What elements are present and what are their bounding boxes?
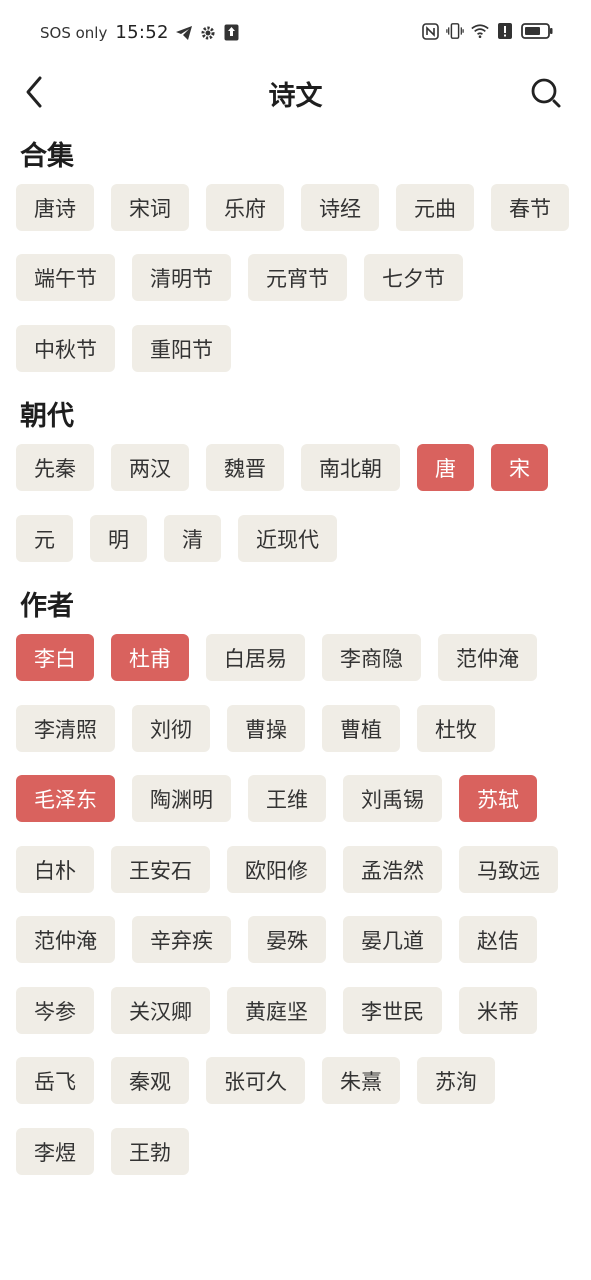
tag-dynasty[interactable]: 先秦 — [16, 444, 94, 491]
dynasty-row-1: 先秦 两汉 魏晋 南北朝 唐 宋 — [16, 444, 548, 491]
tag-author[interactable]: 赵佶 — [459, 916, 537, 963]
tag-dynasty[interactable]: 清 — [164, 515, 221, 562]
collections-row-3: 中秋节 重阳节 — [16, 325, 231, 372]
tag-author[interactable]: 白居易 — [206, 634, 305, 681]
tag-dynasty[interactable]: 两汉 — [111, 444, 189, 491]
tag-author[interactable]: 岑参 — [16, 987, 94, 1034]
tag-author[interactable]: 米芾 — [459, 987, 537, 1034]
nfc-icon — [421, 22, 439, 40]
sos-label: SOS only — [40, 23, 108, 42]
tag-author[interactable]: 苏洵 — [417, 1057, 495, 1104]
status-left: SOS only 15:52 — [40, 22, 241, 43]
tag-author[interactable]: 欧阳修 — [227, 846, 326, 893]
tag-author[interactable]: 孟浩然 — [343, 846, 442, 893]
tag-author[interactable]: 李商隐 — [322, 634, 421, 681]
tag-author[interactable]: 杜牧 — [417, 705, 495, 752]
tag-collection[interactable]: 端午节 — [16, 254, 115, 301]
tag-dynasty[interactable]: 魏晋 — [206, 444, 284, 491]
author-row-6: 岑参 关汉卿 黄庭坚 李世民 米芾 — [16, 987, 537, 1034]
tag-collection[interactable]: 春节 — [491, 184, 569, 231]
tag-author[interactable]: 曹操 — [227, 705, 305, 752]
tag-collection[interactable]: 唐诗 — [16, 184, 94, 231]
tag-author[interactable]: 王维 — [248, 775, 326, 822]
tag-author[interactable]: 刘禹锡 — [343, 775, 442, 822]
tag-author-selected[interactable]: 李白 — [16, 634, 94, 681]
tag-collection[interactable]: 中秋节 — [16, 325, 115, 372]
author-row-1: 李白 杜甫 白居易 李商隐 范仲淹 — [16, 634, 537, 681]
section-title-collections: 合集 — [20, 141, 74, 172]
tag-collection[interactable]: 清明节 — [132, 254, 231, 301]
tag-collection[interactable]: 元曲 — [396, 184, 474, 231]
author-row-7: 岳飞 秦观 张可久 朱熹 苏洵 — [16, 1057, 495, 1104]
author-row-4: 白朴 王安石 欧阳修 孟浩然 马致远 — [16, 846, 558, 893]
wifi-icon — [471, 22, 489, 40]
top-nav-bar: 诗文 — [0, 66, 591, 122]
battery-icon — [521, 22, 553, 40]
tag-author[interactable]: 李煜 — [16, 1128, 94, 1175]
gear-icon — [199, 24, 217, 42]
tag-author[interactable]: 张可久 — [206, 1057, 305, 1104]
tag-author[interactable]: 秦观 — [111, 1057, 189, 1104]
tag-author[interactable]: 晏殊 — [248, 916, 326, 963]
tag-author-selected[interactable]: 杜甫 — [111, 634, 189, 681]
author-row-5: 范仲淹 辛弃疾 晏殊 晏几道 赵佶 — [16, 916, 537, 963]
author-row-8: 李煜 王勃 — [16, 1128, 189, 1175]
clock: 15:52 — [115, 22, 169, 43]
tag-author[interactable]: 陶渊明 — [132, 775, 231, 822]
tag-author[interactable]: 关汉卿 — [111, 987, 210, 1034]
status-bar: SOS only 15:52 — [0, 0, 591, 66]
alert-icon — [496, 22, 514, 40]
tag-author[interactable]: 范仲淹 — [438, 634, 537, 681]
tag-author-selected[interactable]: 苏轼 — [459, 775, 537, 822]
tag-author[interactable]: 晏几道 — [343, 916, 442, 963]
tag-author[interactable]: 曹植 — [322, 705, 400, 752]
tag-author[interactable]: 王安石 — [111, 846, 210, 893]
dynasty-row-2: 元 明 清 近现代 — [16, 515, 337, 562]
tag-author[interactable]: 辛弃疾 — [132, 916, 231, 963]
tag-collection[interactable]: 重阳节 — [132, 325, 231, 372]
tag-dynasty[interactable]: 明 — [90, 515, 147, 562]
status-right — [421, 22, 553, 40]
upload-icon — [223, 24, 241, 42]
tag-author[interactable]: 李世民 — [343, 987, 442, 1034]
author-row-3: 毛泽东 陶渊明 王维 刘禹锡 苏轼 — [16, 775, 537, 822]
tag-author[interactable]: 王勃 — [111, 1128, 189, 1175]
search-button[interactable] — [527, 74, 565, 112]
tag-author[interactable]: 白朴 — [16, 846, 94, 893]
tag-author[interactable]: 李清照 — [16, 705, 115, 752]
section-title-dynasty: 朝代 — [20, 401, 74, 432]
tag-author-selected[interactable]: 毛泽东 — [16, 775, 115, 822]
tag-author[interactable]: 岳飞 — [16, 1057, 94, 1104]
vibrate-icon — [446, 22, 464, 40]
page-title: 诗文 — [268, 81, 323, 112]
tag-author[interactable]: 马致远 — [459, 846, 558, 893]
telegram-icon — [175, 24, 193, 42]
tag-author[interactable]: 朱熹 — [322, 1057, 400, 1104]
author-row-2: 李清照 刘彻 曹操 曹植 杜牧 — [16, 705, 495, 752]
section-title-author: 作者 — [20, 591, 74, 622]
collections-row-2: 端午节 清明节 元宵节 七夕节 — [16, 254, 463, 301]
tag-dynasty[interactable]: 南北朝 — [301, 444, 400, 491]
tag-collection[interactable]: 诗经 — [301, 184, 379, 231]
tag-dynasty[interactable]: 近现代 — [238, 515, 337, 562]
tag-collection[interactable]: 七夕节 — [364, 254, 463, 301]
tag-collection[interactable]: 元宵节 — [248, 254, 347, 301]
tag-dynasty-selected[interactable]: 唐 — [417, 444, 474, 491]
tag-author[interactable]: 刘彻 — [132, 705, 210, 752]
tag-dynasty[interactable]: 元 — [16, 515, 73, 562]
tag-collection[interactable]: 宋词 — [111, 184, 189, 231]
tag-author[interactable]: 范仲淹 — [16, 916, 115, 963]
tag-dynasty-selected[interactable]: 宋 — [491, 444, 548, 491]
search-icon — [531, 78, 561, 108]
tag-author[interactable]: 黄庭坚 — [227, 987, 326, 1034]
tag-collection[interactable]: 乐府 — [206, 184, 284, 231]
collections-row-1: 唐诗 宋词 乐府 诗经 元曲 春节 — [16, 184, 569, 231]
